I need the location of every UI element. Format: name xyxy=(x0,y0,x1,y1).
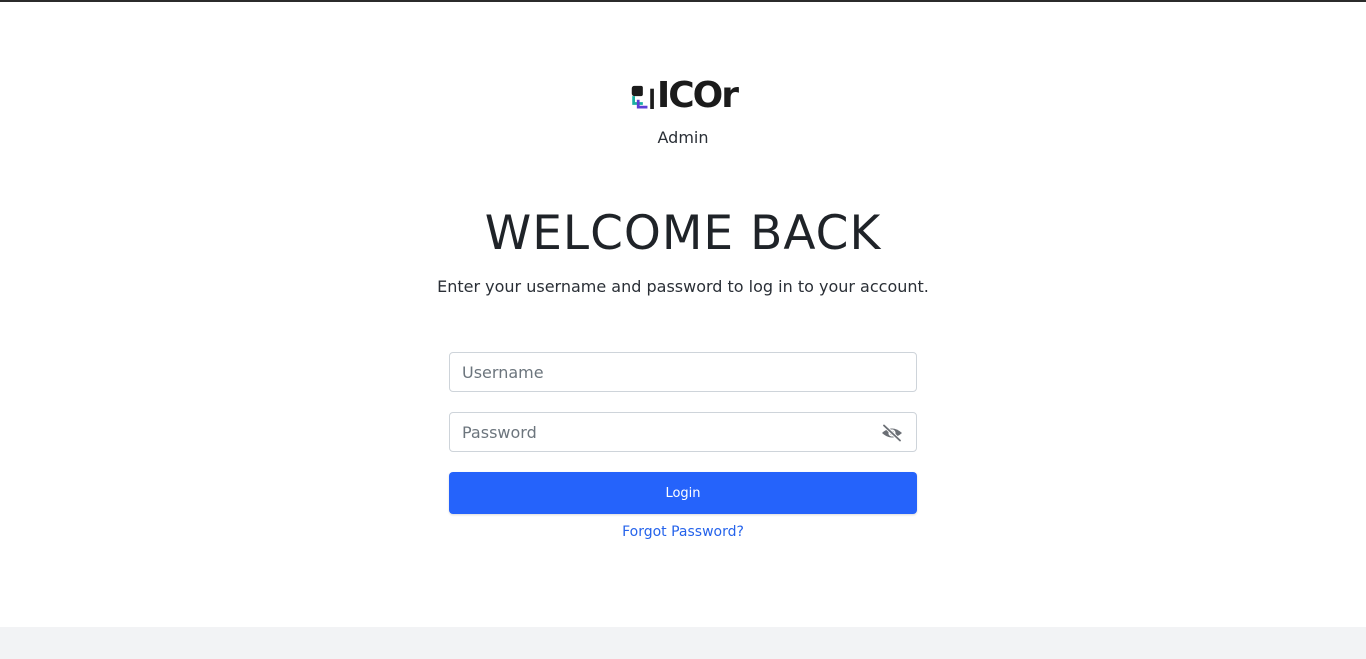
logo-wordmark: ICOr xyxy=(656,75,739,116)
brand-subtitle: Admin xyxy=(657,128,709,147)
username-input[interactable] xyxy=(450,353,916,391)
footer-band xyxy=(0,627,1366,659)
password-field xyxy=(449,412,917,452)
forgot-password-link[interactable]: Forgot Password? xyxy=(622,524,744,540)
password-input[interactable] xyxy=(450,413,916,451)
forgot-password: Forgot Password? xyxy=(0,524,1366,540)
username-field xyxy=(449,352,917,392)
page-title: WELCOME BACK xyxy=(484,206,882,261)
logo-mark-icon xyxy=(631,85,654,109)
login-description: Enter your username and password to log … xyxy=(437,277,929,296)
eye-slash-icon[interactable] xyxy=(880,421,904,445)
brand-logo: ICOr xyxy=(629,75,739,116)
login-button[interactable]: Login xyxy=(449,472,917,514)
